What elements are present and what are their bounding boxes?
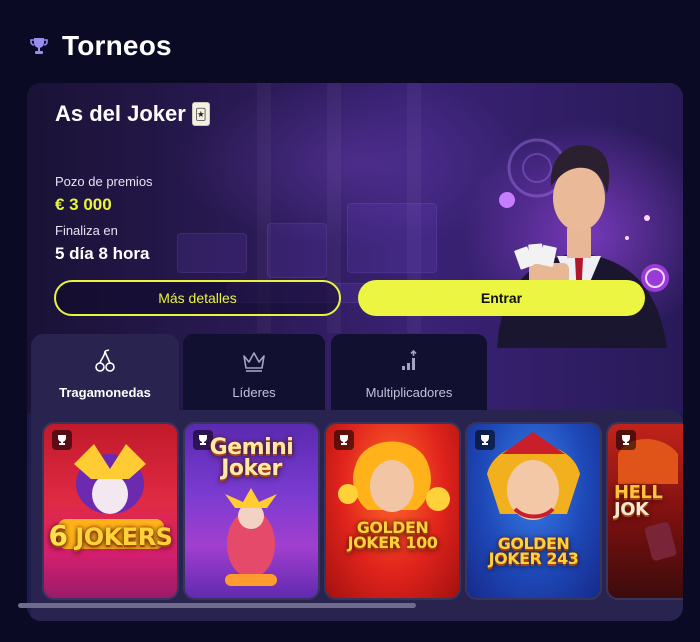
game-subtitle: JOKERS	[75, 523, 173, 551]
tournament-name: As del Joker	[55, 101, 186, 126]
tournament-title-row: As del Joker 🃏	[55, 101, 210, 127]
game-subtitle: Joker	[221, 455, 282, 481]
game-art	[338, 441, 450, 512]
game-subtitle: JOK	[614, 499, 649, 521]
game-title: 6	[48, 519, 68, 552]
game-tile[interactable]: HELL JOK	[608, 424, 683, 598]
trophy-badge-icon	[616, 430, 636, 450]
tab-slots[interactable]: Tragamonedas	[31, 334, 179, 410]
crown-icon	[241, 348, 267, 377]
horizontal-scrollbar[interactable]	[18, 603, 416, 608]
cherries-icon	[92, 348, 118, 377]
ends-in-value: 5 día 8 hora	[55, 244, 150, 263]
page-title: Torneos	[62, 30, 172, 61]
more-details-button[interactable]: Más detalles	[54, 280, 341, 316]
tab-leaders[interactable]: Líderes	[183, 334, 325, 410]
ends-in-label: Finaliza en	[55, 223, 118, 238]
game-tile[interactable]: GOLDEN JOKER 100	[326, 424, 459, 598]
page-header: Torneos	[28, 28, 172, 64]
enter-button[interactable]: Entrar	[358, 280, 645, 316]
game-art	[487, 432, 580, 520]
game-tile[interactable]: GOLDEN JOKER 243	[467, 424, 600, 598]
tab-multipliers[interactable]: Multiplicadores	[331, 334, 487, 410]
games-panel: 6 JOKERS Gemini Joker GOLDEN JOKER 100 G…	[31, 410, 683, 621]
tab-leaders-label: Líderes	[232, 385, 276, 400]
chart-arrow-icon	[396, 348, 422, 377]
trophy-badge-icon	[334, 430, 354, 450]
game-subtitle: JOKER 243	[488, 549, 579, 569]
trophy-icon	[28, 35, 50, 57]
tournament-card: As del Joker 🃏 Pozo de premios € 3 000 F…	[27, 83, 683, 621]
trophy-badge-icon	[475, 430, 495, 450]
tab-multipliers-label: Multiplicadores	[365, 385, 453, 400]
prize-pool-label: Pozo de premios	[55, 174, 153, 189]
trophy-badge-icon	[52, 430, 72, 450]
game-tile[interactable]: Gemini Joker	[185, 424, 318, 598]
game-art	[58, 444, 164, 549]
prize-pool-value: € 3 000	[55, 195, 112, 214]
joker-card-icon: 🃏	[191, 102, 210, 126]
game-tile[interactable]: 6 JOKERS	[44, 424, 177, 598]
game-subtitle: JOKER 100	[347, 533, 438, 553]
tab-slots-label: Tragamonedas	[59, 385, 151, 400]
